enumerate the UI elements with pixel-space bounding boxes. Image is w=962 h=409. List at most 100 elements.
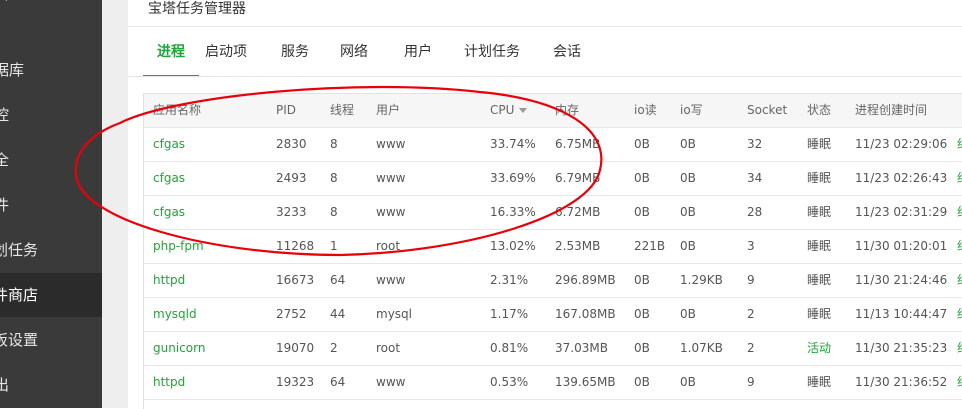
cell-created: 11/30 21:36:52: [855, 375, 948, 389]
table-row[interactable]: cfgas 2493 8 www 33.69% 6.79MB 0B 0B 34 睡眠 11/23 0…: [144, 161, 962, 196]
cell-threads: 44: [330, 307, 346, 321]
sidebar-item[interactable]: 件: [0, 183, 102, 227]
sidebar-item[interactable]: 全: [0, 138, 102, 182]
cell-status: 睡眠: [807, 375, 832, 389]
cell-user: mysql: [376, 307, 412, 321]
header-col-threads[interactable]: 线程: [330, 94, 354, 128]
cell-status: 睡眠: [807, 307, 832, 321]
table-row[interactable]: mysqld 2752 44 mysql 1.17% 167.08MB 0B 0B 2 睡眠 11/…: [144, 297, 962, 332]
table-row[interactable]: php-fpm 11268 1 root 13.02% 2.53MB 221B 0B 3 睡眠 11…: [144, 229, 962, 264]
cell-io-write: 0B: [680, 239, 696, 253]
table-row[interactable]: cfgas 2830 8 www 33.74% 6.75MB 0B 0B 32 睡眠 11/23 0…: [144, 127, 962, 162]
header-col-pid[interactable]: PID: [276, 94, 296, 128]
tab-3[interactable]: 网络: [340, 33, 368, 75]
table-row[interactable]: httpd 16673 64 www 2.31% 296.89MB 0B 1.29KB 9 睡眠 1…: [144, 263, 962, 298]
sidebar-item-label: 划任务: [0, 241, 38, 259]
cell-socket: 2: [747, 307, 755, 321]
header-col-io-write[interactable]: io写: [680, 94, 703, 128]
tab-6[interactable]: 会话: [553, 33, 581, 75]
header-col-socket[interactable]: Socket: [747, 94, 787, 128]
header-col-cpu[interactable]: CPU: [490, 94, 528, 128]
cell-action-cutoff[interactable]: 约: [957, 331, 962, 365]
cell-user: root: [376, 239, 401, 253]
sidebar-item-label: 全: [0, 151, 9, 169]
header-label: 线程: [330, 103, 355, 117]
sidebar-item[interactable]: 出: [0, 363, 102, 407]
sidebar-item-label: 出: [0, 376, 9, 394]
tab-2[interactable]: 服务: [281, 33, 309, 75]
cell-io-read: 0B: [634, 171, 650, 185]
cell-name[interactable]: php-fpm: [153, 229, 204, 263]
header-label: PID: [276, 103, 297, 117]
cell-threads: 2: [330, 341, 338, 355]
tab-4[interactable]: 用户: [404, 33, 432, 75]
sort-desc-icon: [519, 108, 528, 113]
cell-name[interactable]: httpd: [153, 263, 185, 297]
cell-io-write: 0B: [680, 375, 696, 389]
sidebar-item[interactable]: 库: [0, 0, 102, 16]
header-label: 内存: [555, 103, 580, 117]
header-label: 状态: [807, 103, 832, 117]
header-label: io读: [634, 103, 657, 117]
header-col-status[interactable]: 状态: [807, 94, 831, 128]
header-col-io-read[interactable]: io读: [634, 94, 657, 128]
header-col-created[interactable]: 进程创建时间: [855, 94, 927, 128]
cell-created: 11/30 01:20:01: [855, 239, 948, 253]
cell-action-cutoff[interactable]: 约: [957, 229, 962, 263]
cell-user: www: [376, 171, 406, 185]
cell-mem: 167.08MB: [555, 307, 616, 321]
cell-user: www: [376, 273, 406, 287]
cell-created: 11/23 02:26:43: [855, 171, 948, 185]
sidebar-item-label: 板设置: [0, 331, 38, 349]
header-col-user[interactable]: 用户: [376, 94, 400, 128]
table-row[interactable]: cfgas 3233 8 www 16.33% 6.72MB 0B 0B 28 睡眠 11/23 0…: [144, 195, 962, 230]
cell-action-cutoff[interactable]: 约: [957, 263, 962, 297]
sidebar-item[interactable]: 件商店: [0, 273, 102, 317]
cell-cpu: 13.02%: [490, 239, 536, 253]
cell-mem: 6.72MB: [555, 205, 601, 219]
cell-name[interactable]: gunicorn: [153, 331, 205, 365]
sidebar-item[interactable]: 据库: [0, 48, 102, 92]
cell-action-cutoff[interactable]: 约: [957, 297, 962, 331]
cell-user: www: [376, 205, 406, 219]
cell-io-read: 0B: [634, 307, 650, 321]
tab-5[interactable]: 计划任务: [464, 33, 520, 75]
cell-pid: 3233: [276, 205, 307, 219]
tab-divider: [128, 76, 962, 77]
sidebar-item[interactable]: 控: [0, 93, 102, 137]
header-col-mem[interactable]: 内存: [555, 94, 579, 128]
cell-name[interactable]: httpd: [153, 365, 185, 399]
cell-socket: 34: [747, 171, 763, 185]
cell-pid: 19070: [276, 341, 315, 355]
cell-mem: 139.65MB: [555, 375, 616, 389]
cell-io-read: 0B: [634, 137, 650, 151]
cell-name[interactable]: mysqld: [153, 297, 197, 331]
cell-name[interactable]: cfgas: [153, 195, 185, 229]
table-header: 应用名称 PID 线程 用户 CPU 内存 io读 io写 Socket 状态 进程创建时间: [144, 94, 962, 128]
cell-action-cutoff[interactable]: 约: [957, 195, 962, 229]
cell-cpu: 0.53%: [490, 375, 529, 389]
cell-status: 睡眠: [807, 239, 832, 253]
sidebar-item[interactable]: 板设置: [0, 318, 102, 362]
cell-mem: 37.03MB: [555, 341, 608, 355]
cell-status: 睡眠: [807, 273, 832, 287]
header-label: 进程创建时间: [855, 103, 928, 117]
cell-io-read: 0B: [634, 375, 650, 389]
header-col-name[interactable]: 应用名称: [153, 94, 201, 128]
sidebar-item[interactable]: 划任务: [0, 228, 102, 272]
cell-name[interactable]: cfgas: [153, 161, 185, 195]
cell-threads: 64: [330, 273, 346, 287]
table-row[interactable]: httpd 19323 64 www 0.53% 139.65MB 0B 0B 9 睡眠 11/30…: [144, 365, 962, 400]
cell-action-cutoff[interactable]: 约: [957, 161, 962, 195]
sidebar-item-label: 件商店: [0, 286, 38, 304]
cell-cpu: 16.33%: [490, 205, 536, 219]
tab-0[interactable]: 进程: [143, 33, 199, 77]
cell-threads: 8: [330, 137, 338, 151]
cell-threads: 8: [330, 171, 338, 185]
cell-action-cutoff[interactable]: 约: [957, 127, 962, 161]
cell-action-cutoff[interactable]: 约: [957, 365, 962, 399]
cell-io-write: 0B: [680, 137, 696, 151]
tab-1[interactable]: 启动项: [205, 33, 247, 75]
cell-name[interactable]: cfgas: [153, 127, 185, 161]
table-row[interactable]: gunicorn 19070 2 root 0.81% 37.03MB 0B 1.07KB 2 活…: [144, 331, 962, 366]
